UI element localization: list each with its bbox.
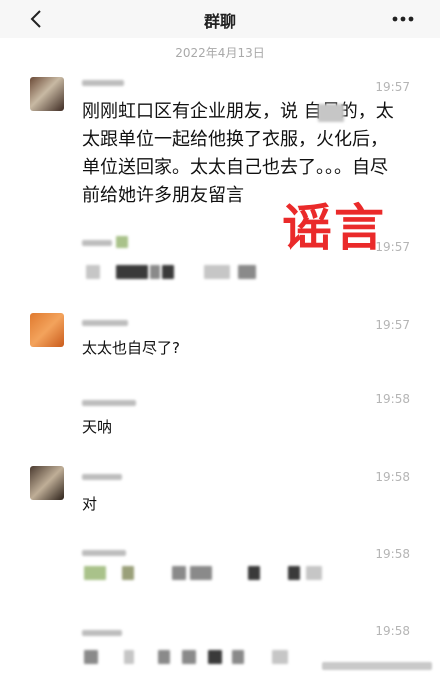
message-time: 19:57 — [375, 80, 410, 94]
redaction-block — [116, 265, 148, 279]
sender-name-redacted — [82, 630, 122, 636]
chat-title: 群聊 — [203, 12, 236, 31]
chat-header: 群聊 — [0, 0, 440, 38]
redaction-block — [116, 236, 128, 248]
sender-name-redacted — [82, 474, 122, 480]
redaction-block — [248, 566, 260, 580]
message-time: 19:58 — [375, 470, 410, 484]
avatar[interactable] — [30, 313, 64, 347]
redaction-block — [238, 265, 256, 279]
message-text: 对 — [82, 495, 98, 513]
sender-name-redacted — [82, 550, 126, 556]
redaction-block — [306, 566, 322, 580]
date-separator: 2022年4月13日 — [175, 46, 265, 60]
redaction-block — [158, 650, 170, 664]
rumor-stamp: 谣言 — [282, 199, 386, 257]
message-time: 19:58 — [375, 392, 410, 406]
redaction-block — [182, 650, 196, 664]
message-text: 太太也自尽了? — [82, 339, 180, 357]
sender-name-redacted — [82, 320, 128, 326]
redaction-block — [190, 566, 212, 580]
redaction-block — [84, 566, 106, 580]
redaction-block — [204, 265, 230, 279]
redaction-block — [150, 265, 160, 279]
message-time: 19:58 — [375, 547, 410, 561]
message-time: 19:58 — [375, 624, 410, 638]
redaction-block — [86, 265, 100, 279]
sender-name-redacted — [82, 240, 112, 246]
redaction-block — [272, 650, 288, 664]
redaction-block — [84, 650, 98, 664]
watermark — [322, 660, 432, 673]
redaction-block — [124, 650, 134, 664]
avatar[interactable] — [30, 466, 64, 500]
redaction-block — [288, 566, 300, 580]
redaction-block — [172, 566, 186, 580]
redaction-block — [208, 650, 222, 664]
redaction-block — [318, 104, 344, 122]
sender-name-redacted — [82, 400, 136, 406]
redaction-block — [162, 265, 174, 279]
redaction-block — [232, 650, 244, 664]
message-time: 19:57 — [375, 318, 410, 332]
avatar[interactable] — [30, 77, 64, 111]
sender-name-redacted — [82, 80, 124, 86]
more-dots-icon[interactable] — [390, 10, 416, 28]
message-text: 天呐 — [82, 418, 113, 436]
redaction-block — [122, 566, 134, 580]
